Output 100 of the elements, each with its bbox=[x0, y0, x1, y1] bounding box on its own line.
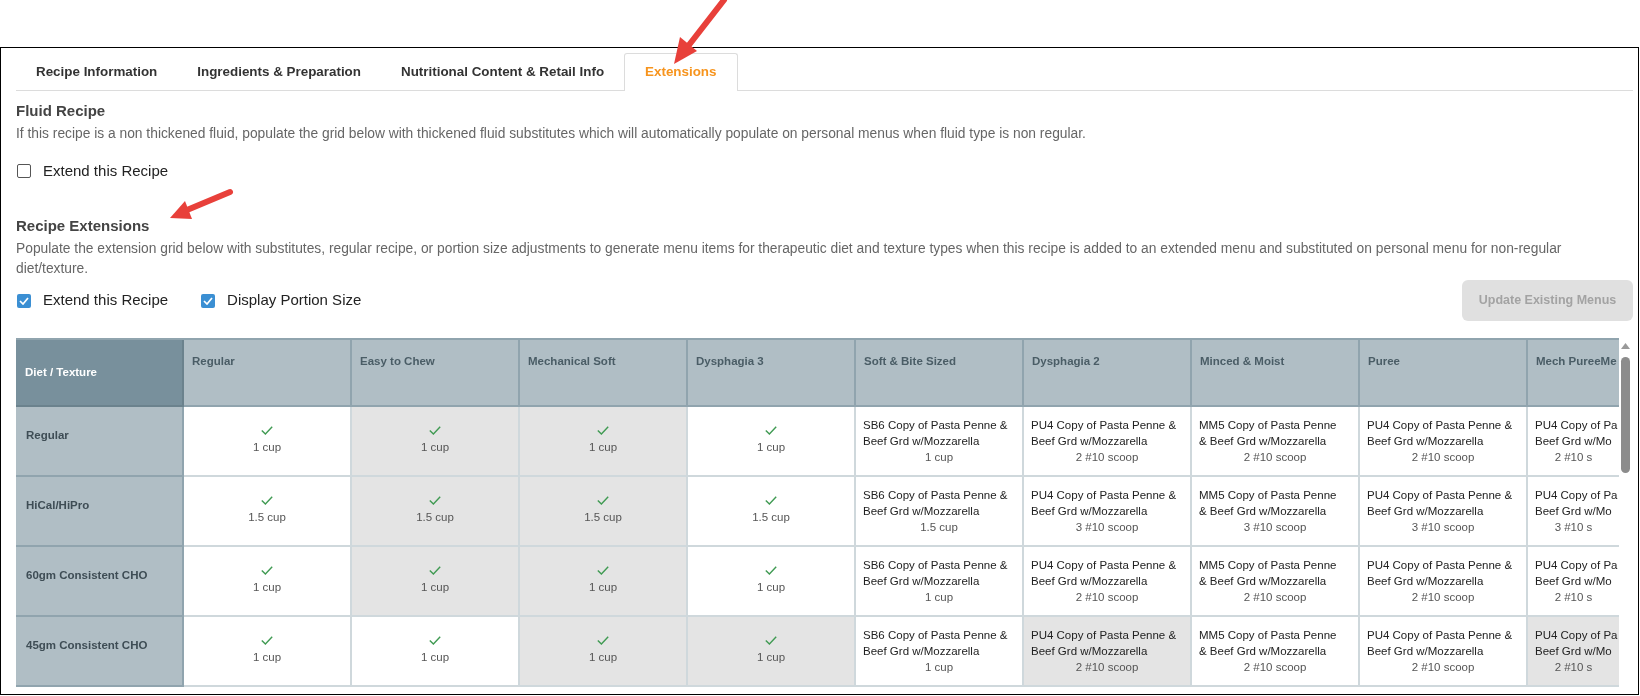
grid-cell[interactable]: SB6 Copy of Pasta Penne & Beef Grd w/Mozzarella 1 cup bbox=[856, 547, 1024, 617]
portion-text: 3 #10 s bbox=[1554, 519, 1593, 535]
grid-cell[interactable]: PU4 Copy of Pasta Penne & Beef Grd w/Mozzarella 2 #10 scoop bbox=[1360, 617, 1528, 687]
recipe-name: PU4 Copy of Pa Beef Grd w/Mo bbox=[1535, 487, 1618, 519]
recipe-name: PU4 Copy of Pasta Penne & Beef Grd w/Mozzarella bbox=[1031, 417, 1177, 449]
portion-text: 2 #10 scoop bbox=[1411, 659, 1475, 675]
column-header: Mech PureeMe bbox=[1528, 340, 1619, 407]
recipe-name: PU4 Copy of Pa Beef Grd w/Mo bbox=[1535, 627, 1618, 659]
grid-cell[interactable]: MM5 Copy of Pasta Penne & Beef Grd w/Mozzarella 2 #10 scoop bbox=[1192, 547, 1360, 617]
grid-cell[interactable]: PU4 Copy of Pasta Penne & Beef Grd w/Mozzarella 2 #10 scoop bbox=[1024, 407, 1192, 477]
portion-text: 2 #10 scoop bbox=[1075, 449, 1139, 465]
annotation-arrow bbox=[674, 0, 727, 64]
grid-cell[interactable]: PU4 Copy of Pasta Penne & Beef Grd w/Mozzarella 2 #10 scoop bbox=[1360, 407, 1528, 477]
portion-text: 1 cup bbox=[756, 580, 786, 595]
portion-text: 2 #10 scoop bbox=[1075, 659, 1139, 675]
grid-cell[interactable]: MM5 Copy of Pasta Penne & Beef Grd w/Mozzarella 3 #10 scoop bbox=[1192, 477, 1360, 547]
check-icon bbox=[597, 426, 609, 435]
checkbox-label[interactable]: Display Portion Size bbox=[227, 289, 362, 312]
recipe-name: PU4 Copy of Pasta Penne & Beef Grd w/Mozzarella bbox=[1031, 557, 1177, 589]
grid-cell[interactable]: PU4 Copy of Pasta Penne & Beef Grd w/Mozzarella 3 #10 scoop bbox=[1024, 477, 1192, 547]
scrollbar-thumb[interactable] bbox=[1621, 357, 1630, 473]
portion-text: 1 cup bbox=[252, 440, 282, 455]
grid-cell[interactable]: 1.5 cup bbox=[352, 477, 520, 547]
grid-cell[interactable]: SB6 Copy of Pasta Penne & Beef Grd w/Mozzarella 1.5 cup bbox=[856, 477, 1024, 547]
recipe-name: MM5 Copy of Pasta Penne & Beef Grd w/Mozzarella bbox=[1199, 417, 1337, 449]
column-header: Regular bbox=[184, 340, 352, 407]
column-header: Mechanical Soft bbox=[520, 340, 688, 407]
grid-cell[interactable]: 1 cup bbox=[184, 617, 352, 687]
checkbox[interactable] bbox=[17, 293, 31, 308]
recipe-name: PU4 Copy of Pasta Penne & Beef Grd w/Mozzarella bbox=[1367, 417, 1513, 449]
recipe-name: PU4 Copy of Pasta Penne & Beef Grd w/Mozzarella bbox=[1367, 627, 1513, 659]
checkbox[interactable] bbox=[17, 164, 31, 178]
recipe-name: SB6 Copy of Pasta Penne & Beef Grd w/Mozzarella bbox=[863, 417, 1008, 449]
grid-cell[interactable]: 1.5 cup bbox=[688, 477, 856, 547]
portion-text: 3 #10 scoop bbox=[1243, 519, 1307, 535]
tab[interactable]: Nutritional Content & Retail Info bbox=[381, 53, 625, 91]
check-icon bbox=[429, 496, 441, 505]
checkbox-label[interactable]: Extend this Recipe bbox=[43, 289, 169, 312]
portion-text: 2 #10 s bbox=[1554, 449, 1593, 465]
grid-cell[interactable]: 1 cup bbox=[688, 407, 856, 477]
tab[interactable]: Ingredients & Preparation bbox=[177, 53, 381, 91]
portion-text: 2 #10 scoop bbox=[1411, 449, 1475, 465]
grid-cell[interactable]: MM5 Copy of Pasta Penne & Beef Grd w/Mozzarella 2 #10 scoop bbox=[1192, 407, 1360, 477]
grid-cell[interactable]: SB6 Copy of Pasta Penne & Beef Grd w/Mozzarella 1 cup bbox=[856, 407, 1024, 477]
portion-text: 1.5 cup bbox=[584, 510, 622, 525]
check-icon bbox=[597, 496, 609, 505]
grid-cell[interactable]: 1 cup bbox=[352, 407, 520, 477]
grid-cell[interactable]: PU4 Copy of Pasta Penne & Beef Grd w/Mozzarella 2 #10 scoop bbox=[1360, 547, 1528, 617]
grid-cell[interactable]: MM5 Copy of Pasta Penne & Beef Grd w/Mozzarella 2 #10 scoop bbox=[1192, 617, 1360, 687]
portion-text: 2 #10 scoop bbox=[1075, 589, 1139, 605]
check-icon bbox=[597, 566, 609, 575]
portion-text: 2 #10 s bbox=[1554, 659, 1593, 675]
check-icon bbox=[429, 636, 441, 645]
column-header: Easy to Chew bbox=[352, 340, 520, 407]
grid-cell[interactable]: 1 cup bbox=[352, 617, 520, 687]
section-description: Populate the extension grid below with substitutes, regular recipe, or portion size adjustments to generate menu items for therapeutic diet and texture types when this recipe is added to an extended menu and substituted on personal menu for non-regular diet/texture. bbox=[16, 240, 1563, 278]
recipe-name: PU4 Copy of Pa Beef Grd w/Mo bbox=[1535, 417, 1618, 449]
recipe-name: MM5 Copy of Pasta Penne & Beef Grd w/Mozzarella bbox=[1199, 627, 1337, 659]
checkbox[interactable] bbox=[201, 293, 216, 308]
recipe-name: MM5 Copy of Pasta Penne & Beef Grd w/Mozzarella bbox=[1199, 487, 1337, 519]
grid-cell[interactable]: PU4 Copy of Pa Beef Grd w/Mo 2 #10 s bbox=[1528, 617, 1619, 687]
portion-text: 1 cup bbox=[756, 440, 786, 455]
check-icon bbox=[203, 296, 214, 305]
check-icon bbox=[261, 496, 273, 505]
grid-cell[interactable]: 1 cup bbox=[184, 407, 352, 477]
checkbox-label[interactable]: Extend this Recipe bbox=[43, 159, 169, 183]
portion-text: 1 cup bbox=[252, 650, 282, 665]
grid-cell[interactable]: 1.5 cup bbox=[184, 477, 352, 547]
section-title: Recipe Extensions bbox=[16, 216, 150, 236]
check-icon bbox=[429, 566, 441, 575]
portion-text: 1 cup bbox=[420, 440, 450, 455]
recipe-name: PU4 Copy of Pasta Penne & Beef Grd w/Mozzarella bbox=[1367, 557, 1513, 589]
portion-text: 1 cup bbox=[588, 650, 618, 665]
portion-text: 3 #10 scoop bbox=[1411, 519, 1475, 535]
portion-text: 1.5 cup bbox=[752, 510, 790, 525]
recipe-name: MM5 Copy of Pasta Penne & Beef Grd w/Mozzarella bbox=[1199, 557, 1337, 589]
recipe-name: PU4 Copy of Pasta Penne & Beef Grd w/Mozzarella bbox=[1031, 627, 1177, 659]
tab[interactable]: Recipe Information bbox=[16, 53, 178, 91]
grid-cell[interactable]: 1.5 cup bbox=[520, 477, 688, 547]
column-header: Dysphagia 3 bbox=[688, 340, 856, 407]
grid-cell[interactable]: 1 cup bbox=[520, 617, 688, 687]
grid-cell[interactable]: 1 cup bbox=[184, 547, 352, 617]
grid-cell[interactable]: 1 cup bbox=[520, 547, 688, 617]
portion-text: 1 cup bbox=[588, 580, 618, 595]
grid-cell[interactable]: PU4 Copy of Pasta Penne & Beef Grd w/Mozzarella 3 #10 scoop bbox=[1360, 477, 1528, 547]
grid-cell[interactable]: PU4 Copy of Pasta Penne & Beef Grd w/Mozzarella 2 #10 scoop bbox=[1024, 547, 1192, 617]
grid-cell[interactable]: 1 cup bbox=[688, 617, 856, 687]
grid-cell[interactable]: SB6 Copy of Pasta Penne & Beef Grd w/Mozzarella 1 cup bbox=[856, 617, 1024, 687]
row-header: HiCal/HiPro bbox=[16, 477, 184, 547]
grid-cell[interactable]: 1 cup bbox=[352, 547, 520, 617]
scroll-up-arrow-icon[interactable] bbox=[1621, 343, 1630, 349]
check-icon bbox=[19, 296, 29, 305]
portion-text: 2 #10 scoop bbox=[1243, 449, 1307, 465]
portion-text: 2 #10 scoop bbox=[1243, 659, 1307, 675]
portion-text: 1.5 cup bbox=[920, 519, 958, 535]
grid-cell[interactable]: 1 cup bbox=[520, 407, 688, 477]
portion-text: 1 cup bbox=[588, 440, 618, 455]
grid-cell[interactable]: 1 cup bbox=[688, 547, 856, 617]
grid-cell[interactable]: PU4 Copy of Pasta Penne & Beef Grd w/Mozzarella 2 #10 scoop bbox=[1024, 617, 1192, 687]
portion-text: 2 #10 scoop bbox=[1243, 589, 1307, 605]
